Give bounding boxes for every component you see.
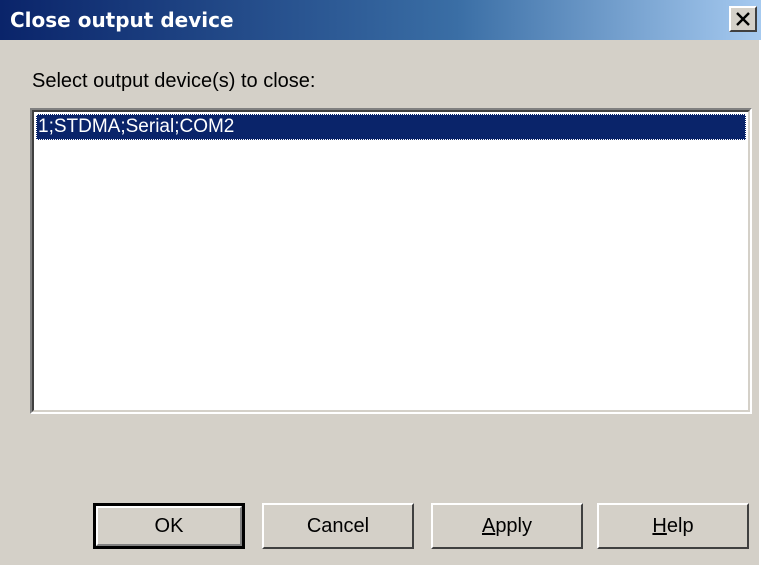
listbox-frame: 1;STDMA;Serial;COM2 <box>32 110 750 412</box>
close-x-icon <box>736 12 750 26</box>
cancel-button[interactable]: Cancel <box>262 503 414 549</box>
help-button-label: Help <box>652 515 693 537</box>
title-bar[interactable]: Close output device <box>0 0 761 40</box>
cancel-button-label: Cancel <box>306 515 370 537</box>
apply-mnemonic: A <box>481 515 496 537</box>
select-devices-label: Select output device(s) to close: <box>32 70 316 92</box>
apply-button[interactable]: Apply <box>431 503 583 549</box>
apply-label-rest: pply <box>495 515 533 537</box>
close-output-device-dialog: Close output device Select output device… <box>0 0 761 565</box>
dialog-title: Close output device <box>10 8 234 32</box>
close-button[interactable] <box>729 6 757 32</box>
apply-button-label: Apply <box>482 515 532 537</box>
help-button[interactable]: Help <box>597 503 749 549</box>
device-list-item[interactable]: 1;STDMA;Serial;COM2 <box>36 114 746 140</box>
help-mnemonic: H <box>652 515 667 537</box>
ok-button[interactable]: OK <box>93 503 245 549</box>
help-label-rest: elp <box>666 515 694 537</box>
output-devices-listbox[interactable]: 1;STDMA;Serial;COM2 <box>29 107 753 415</box>
ok-button-label: OK <box>154 515 184 537</box>
